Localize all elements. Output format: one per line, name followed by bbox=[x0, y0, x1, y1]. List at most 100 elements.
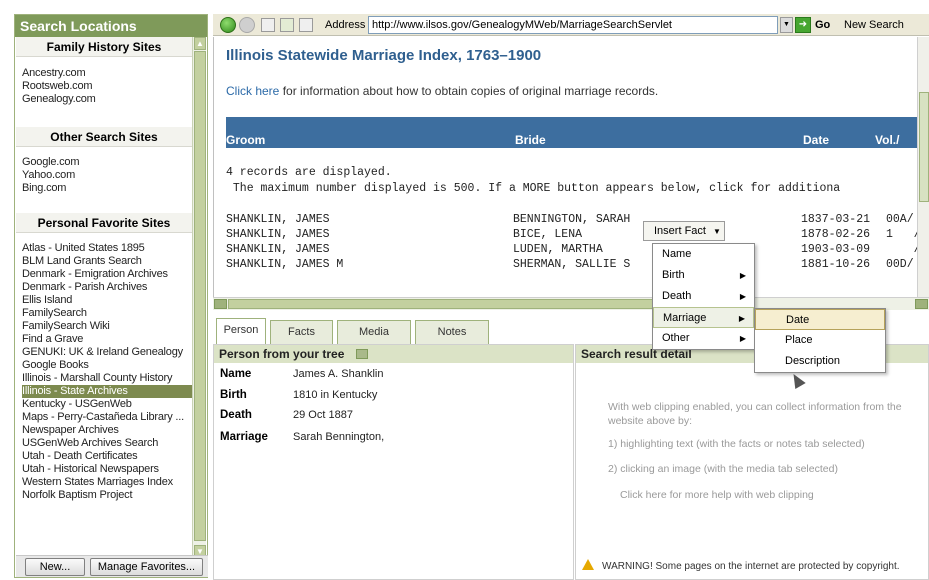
sidebar-item-google[interactable]: Google.com bbox=[22, 156, 192, 169]
submenu-arrow-icon: ▶ bbox=[739, 334, 746, 343]
tab-facts[interactable]: Facts bbox=[270, 320, 333, 344]
sidebar-item-familysearch-wiki[interactable]: FamilySearch Wiki bbox=[22, 320, 192, 333]
sidebar-item-kentucky[interactable]: Kentucky - USGenWeb bbox=[22, 398, 192, 411]
menu-item-marriage[interactable]: Marriage ▶ bbox=[653, 307, 754, 328]
person-panel-title: Person from your tree bbox=[214, 345, 573, 363]
fact-label: Name bbox=[220, 368, 252, 380]
submenu-item-description[interactable]: Description bbox=[755, 351, 885, 372]
date-cell: 1837-03-21 bbox=[801, 213, 871, 226]
sidebar-item-utah-death[interactable]: Utah - Death Certificates bbox=[22, 450, 192, 463]
groom-cell: SHANKLIN, JAMES bbox=[226, 243, 330, 256]
sidebar-item-ellis-island[interactable]: Ellis Island bbox=[22, 294, 192, 307]
menu-item-other[interactable]: Other ▶ bbox=[653, 328, 754, 349]
go-button[interactable]: Go bbox=[815, 17, 830, 33]
tab-media[interactable]: Media bbox=[337, 320, 411, 344]
bride-cell: SHERMAN, SALLIE S bbox=[513, 258, 631, 271]
bride-cell: BENNINGTON, SARAH bbox=[513, 213, 631, 226]
table-row: SHANKLIN, JAMES BENNINGTON, SARAH 1837-0… bbox=[226, 213, 929, 228]
column-date: Date bbox=[803, 133, 830, 147]
chevron-down-icon: ▼ bbox=[713, 227, 721, 236]
sidebar-item-genealogy[interactable]: Genealogy.com bbox=[22, 93, 192, 106]
page-menu-icon[interactable] bbox=[299, 18, 313, 32]
address-dropdown-icon[interactable]: ▼ bbox=[780, 17, 793, 33]
sidebar-item-denmark-parish[interactable]: Denmark - Parish Archives bbox=[22, 281, 192, 294]
column-bride: Bride bbox=[515, 133, 546, 147]
insert-fact-label: Insert Fact bbox=[654, 225, 706, 237]
forward-arrow-icon[interactable] bbox=[239, 17, 255, 33]
back-arrow-icon[interactable] bbox=[220, 17, 236, 33]
fact-value: James A. Shanklin bbox=[293, 368, 384, 380]
tab-person[interactable]: Person bbox=[216, 318, 266, 344]
table-row: SHANKLIN, JAMES M SHERMAN, SALLIE S 1881… bbox=[226, 258, 929, 273]
personal-favorites-section: Personal Favorite Sites Atlas - United S… bbox=[16, 213, 192, 502]
scroll-right-arrow-icon[interactable] bbox=[915, 299, 928, 309]
sidebar-item-norfolk-baptism[interactable]: Norfolk Baptism Project bbox=[22, 489, 192, 502]
submenu-arrow-icon: ▶ bbox=[739, 271, 746, 280]
bride-cell: BICE, LENA bbox=[513, 228, 583, 241]
submenu-item-place[interactable]: Place bbox=[755, 330, 885, 351]
sidebar-item-bing[interactable]: Bing.com bbox=[22, 182, 192, 195]
sidebar-item-blm[interactable]: BLM Land Grants Search bbox=[22, 255, 192, 268]
max-records-note: The maximum number displayed is 500. If … bbox=[226, 182, 841, 195]
page-title: Illinois Statewide Marriage Index, 1763–… bbox=[226, 47, 542, 64]
insert-fact-button[interactable]: Insert Fact ▼ bbox=[643, 221, 725, 241]
sidebar-item-newspaper-archives[interactable]: Newspaper Archives bbox=[22, 424, 192, 437]
sidebar-item-atlas[interactable]: Atlas - United States 1895 bbox=[22, 242, 192, 255]
page-vertical-scrollbar[interactable] bbox=[917, 37, 929, 297]
address-input[interactable]: http://www.ilsos.gov/GenealogyMWeb/Marri… bbox=[368, 16, 778, 34]
sidebar-item-western-states[interactable]: Western States Marriages Index bbox=[22, 476, 192, 489]
fact-value: 29 Oct 1887 bbox=[293, 409, 353, 421]
fact-label: Death bbox=[220, 409, 252, 421]
sidebar-item-yahoo[interactable]: Yahoo.com bbox=[22, 169, 192, 182]
submenu-item-date[interactable]: Date bbox=[755, 309, 885, 330]
fact-label: Birth bbox=[220, 389, 247, 401]
clipping-help-link[interactable]: Click here for more help with web clippi… bbox=[620, 489, 814, 501]
scroll-left-arrow-icon[interactable] bbox=[214, 299, 227, 309]
horizontal-scroll-thumb[interactable] bbox=[228, 299, 698, 309]
sidebar-scrollbar[interactable]: ▲ ▼ bbox=[192, 37, 206, 558]
click-here-link[interactable]: Click here bbox=[226, 84, 279, 98]
vol-cell: 1 / bbox=[886, 228, 921, 241]
submenu-arrow-icon: ▶ bbox=[739, 292, 746, 301]
clipping-step-1: 1) highlighting text (with the facts or … bbox=[608, 438, 865, 450]
sidebar-scroll-thumb[interactable] bbox=[194, 51, 206, 541]
scroll-up-arrow-icon[interactable]: ▲ bbox=[194, 37, 206, 50]
sidebar-item-utah-newspapers[interactable]: Utah - Historical Newspapers bbox=[22, 463, 192, 476]
vol-cell: 00D/ bbox=[886, 258, 914, 271]
family-history-section: Family History Sites Ancestry.com Rootsw… bbox=[16, 37, 192, 106]
sidebar-item-denmark-emigration[interactable]: Denmark - Emigration Archives bbox=[22, 268, 192, 281]
sidebar-item-marshall-county[interactable]: Illinois - Marshall County History bbox=[22, 372, 192, 385]
person-panel: Person from your tree Name James A. Shan… bbox=[213, 344, 574, 580]
new-location-button[interactable]: New... bbox=[25, 558, 85, 576]
sidebar-button-bar: New... Manage Favorites... bbox=[16, 555, 208, 577]
date-cell: 1878-02-26 bbox=[801, 228, 871, 241]
menu-item-birth[interactable]: Birth ▶ bbox=[653, 265, 754, 286]
sidebar-item-google-books[interactable]: Google Books bbox=[22, 359, 192, 372]
sidebar-item-illinois-state-archives[interactable]: Illinois - State Archives bbox=[22, 385, 192, 398]
browser-toolbar: Address http://www.ilsos.gov/GenealogyMW… bbox=[213, 14, 929, 36]
refresh-icon[interactable] bbox=[280, 18, 294, 32]
sidebar-item-genuki[interactable]: GENUKI: UK & Ireland Genealogy bbox=[22, 346, 192, 359]
panel-menu-icon[interactable] bbox=[355, 349, 368, 359]
groom-cell: SHANKLIN, JAMES bbox=[226, 213, 330, 226]
section-title: Personal Favorite Sites bbox=[16, 213, 192, 233]
sidebar-item-find-a-grave[interactable]: Find a Grave bbox=[22, 333, 192, 346]
go-arrow-icon[interactable]: ➜ bbox=[795, 17, 811, 33]
insert-fact-menu: Name Birth ▶ Death ▶ Marriage ▶ Other ▶ bbox=[652, 243, 755, 350]
sidebar-item-rootsweb[interactable]: Rootsweb.com bbox=[22, 80, 192, 93]
tab-notes[interactable]: Notes bbox=[415, 320, 489, 344]
manage-favorites-button[interactable]: Manage Favorites... bbox=[90, 558, 203, 576]
marriage-submenu: Date Place Description bbox=[754, 308, 886, 373]
sidebar-item-familysearch[interactable]: FamilySearch bbox=[22, 307, 192, 320]
sidebar-item-usgenweb-archives[interactable]: USGenWeb Archives Search bbox=[22, 437, 192, 450]
stop-icon[interactable] bbox=[261, 18, 275, 32]
vertical-scroll-thumb[interactable] bbox=[919, 92, 929, 202]
clipping-hint: website above by: bbox=[608, 415, 693, 427]
menu-item-death[interactable]: Death ▶ bbox=[653, 286, 754, 307]
sidebar-item-ancestry[interactable]: Ancestry.com bbox=[22, 67, 192, 80]
sidebar-item-maps[interactable]: Maps - Perry-Castañeda Library ... bbox=[22, 411, 192, 424]
fact-value: Sarah Bennington, bbox=[293, 431, 385, 443]
menu-item-name[interactable]: Name bbox=[653, 244, 754, 265]
warning-icon bbox=[582, 559, 594, 570]
new-search-button[interactable]: New Search bbox=[844, 17, 904, 33]
